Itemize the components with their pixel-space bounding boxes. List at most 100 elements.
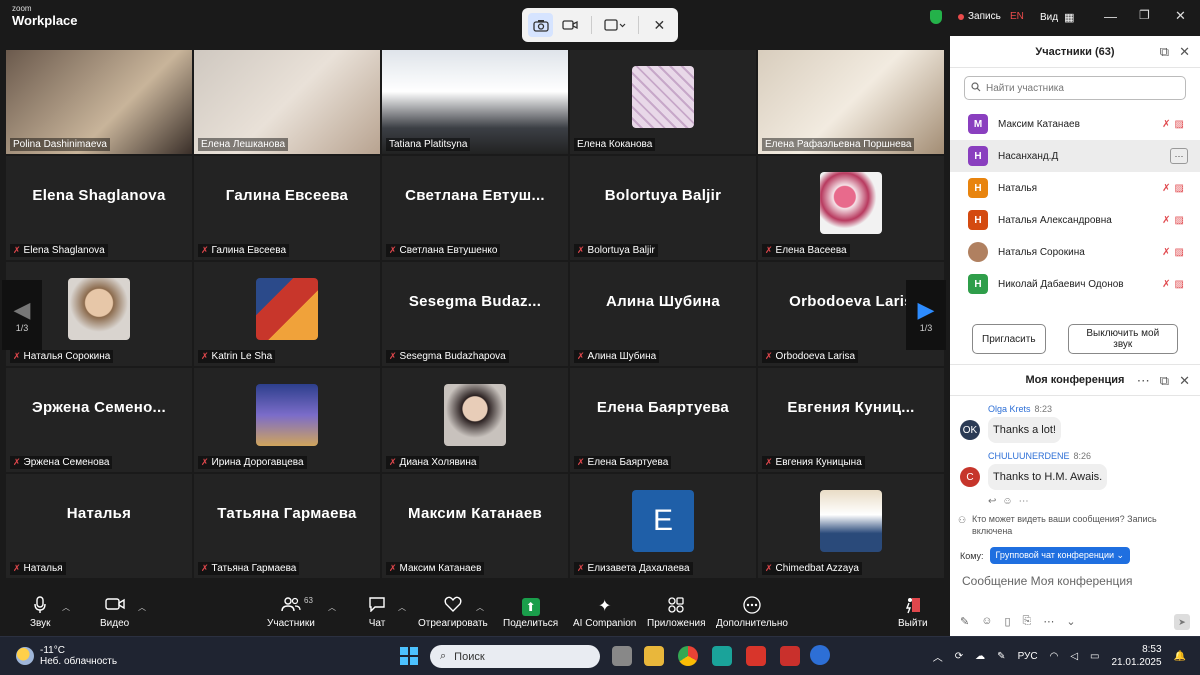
participant-tile[interactable]: Sesegma Budaz... ✗ Sesegma Budazhapova [382, 262, 568, 366]
participant-tile[interactable]: Евгения Куниц... ✗ Евгения Куницына [758, 368, 944, 472]
video-button[interactable]: Видео [100, 596, 129, 629]
participant-row[interactable]: Н Насанханд.Д ⋯ [950, 140, 1200, 172]
participant-row[interactable]: Н Наталья ✗▨ [950, 172, 1200, 204]
participant-tile[interactable]: Polina Dashinimaeva [6, 50, 192, 154]
sender-name[interactable]: Olga Krets [988, 404, 1031, 414]
close-icon[interactable]: ✕ [1179, 44, 1190, 60]
input-language[interactable]: РУС [1018, 651, 1038, 662]
notification-bell-icon[interactable]: 🔔 [1174, 651, 1186, 662]
camera-icon[interactable] [528, 13, 554, 37]
chevron-up-icon[interactable]: ︿ [62, 602, 70, 613]
pdf-icon[interactable] [780, 646, 800, 666]
chat-button[interactable]: Чат [368, 596, 386, 629]
participant-tile[interactable]: Елена Коканова [570, 50, 756, 154]
file-icon[interactable]: ▯ [1004, 615, 1010, 628]
recipient-select[interactable]: Групповой чат конференции ⌄ [989, 547, 1131, 564]
window-mode-icon[interactable] [599, 13, 629, 37]
wifi-icon[interactable]: ◠ [1050, 651, 1059, 662]
view-button[interactable]: Вид ▦ [1040, 11, 1075, 24]
ai-companion-button[interactable]: ✦ AI Companion [573, 596, 636, 629]
participant-tile[interactable]: Bolortuya Baljir ✗ Bolortuya Baljir [570, 156, 756, 260]
participant-tile[interactable]: ✗ Katrin Le Sha [194, 262, 380, 366]
emoji-icon[interactable]: ☺ [981, 615, 992, 628]
next-page-button[interactable]: ▶ 1/3 [906, 280, 946, 350]
close-icon[interactable]: ✕ [647, 13, 672, 37]
windows-start-icon[interactable] [400, 647, 418, 665]
task-view-icon[interactable] [612, 646, 632, 666]
participant-tile[interactable]: Татьяна Гармаева ✗ Татьяна Гармаева [194, 474, 380, 578]
audio-button[interactable]: Звук [30, 596, 51, 629]
cloud-icon[interactable]: ☁ [975, 651, 985, 662]
format-icon[interactable]: ✎ [960, 615, 969, 628]
participant-row[interactable]: Н Николай Дабаевич Одонов ✗▨ [950, 268, 1200, 300]
chevron-up-icon[interactable]: ︿ [328, 602, 336, 613]
message-input[interactable]: Сообщение Моя конференция [950, 564, 1200, 598]
participant-search[interactable]: Найти участника [964, 76, 1186, 100]
visibility-notice[interactable]: ⚇ Кто может видеть ваши сообщения? Запис… [950, 507, 1200, 537]
more-dots-icon[interactable]: ⋯ [1019, 496, 1035, 507]
participant-tile[interactable]: Елена Рафаэльевна Поршнева [758, 50, 944, 154]
ink-icon[interactable]: ✎ [997, 651, 1005, 662]
chevron-up-icon[interactable]: ︿ [398, 602, 406, 613]
participant-row[interactable]: Наталья Сорокина ✗▨ [950, 236, 1200, 268]
popout-icon[interactable]: ⧉ [1160, 44, 1169, 60]
participant-tile[interactable]: ✗ Ирина Дорогавцева [194, 368, 380, 472]
popout-icon[interactable]: ⧉ [1160, 373, 1169, 389]
participant-tile[interactable]: Максим Катанаев ✗ Максим Катанаев [382, 474, 568, 578]
participant-tile[interactable]: ✗ Диана Холявина [382, 368, 568, 472]
participant-tile[interactable]: Галина Евсеева ✗ Галина Евсеева [194, 156, 380, 260]
participant-tile[interactable]: ✗ Chimedbat Azzaya [758, 474, 944, 578]
participant-tile[interactable]: Елена Баяртуева ✗ Елена Баяртуева [570, 368, 756, 472]
chat-message[interactable]: OK Olga Krets 8:23 Thanks a lot! [950, 404, 1200, 443]
clock[interactable]: 8:53 21.01.2025 [1111, 643, 1161, 669]
send-icon[interactable]: ➤ [1174, 614, 1190, 630]
window-close-icon[interactable]: ✕ [1175, 8, 1186, 24]
participant-tile[interactable]: Эржена Семено... ✗ Эржена Семенова [6, 368, 192, 472]
participant-row[interactable]: М Максим Катанаев ✗▨ [950, 108, 1200, 140]
close-icon[interactable]: ✕ [1179, 373, 1190, 389]
record-indicator[interactable]: Запись [958, 11, 1001, 22]
chat-message[interactable]: C CHULUUNERDENE 8:26 Thanks to H.M. Awais. [950, 451, 1200, 490]
sender-name[interactable]: CHULUUNERDENE [988, 451, 1070, 461]
search-input[interactable]: Найти участника [986, 83, 1064, 94]
participant-tile[interactable]: Наталья ✗ Наталья [6, 474, 192, 578]
taskbar-search[interactable]: ⌕ Поиск [430, 645, 600, 668]
more-button[interactable]: Дополнительно [716, 596, 788, 629]
restore-icon[interactable]: ❐ [1139, 8, 1150, 22]
file-explorer-icon[interactable] [644, 646, 664, 666]
chevron-up-icon[interactable]: ︿ [476, 602, 484, 613]
participant-tile[interactable]: Светлана Евтуш... ✗ Светлана Евтушенко [382, 156, 568, 260]
chevron-up-icon[interactable]: ︿ [138, 602, 146, 613]
emoji-icon[interactable]: ☺ [1002, 496, 1018, 507]
more-dots-icon[interactable]: ⋯ [1170, 148, 1188, 164]
volume-icon[interactable]: ◁ [1070, 651, 1078, 662]
screenshot-icon[interactable]: ⎘ [1023, 615, 1032, 628]
chrome-icon[interactable] [678, 646, 698, 666]
acrobat-icon[interactable] [746, 646, 766, 666]
store-icon[interactable] [712, 646, 732, 666]
leave-button[interactable]: Выйти [898, 596, 928, 629]
participant-tile[interactable]: Алина Шубина ✗ Алина Шубина [570, 262, 756, 366]
participant-tile[interactable]: ✗ Елена Васеева [758, 156, 944, 260]
invite-button[interactable]: Пригласить [972, 324, 1046, 354]
weather-widget[interactable]: -11°C Неб. облачность [16, 645, 117, 667]
participant-tile[interactable]: Tatiana Platitsyna [382, 50, 568, 154]
participant-tile[interactable]: Elena Shaglanova ✗ Elena Shaglanova [6, 156, 192, 260]
more-dots-icon[interactable]: ⋯ [1043, 615, 1054, 628]
participant-tile[interactable]: Елена Лешканова [194, 50, 380, 154]
security-shield-icon[interactable] [930, 10, 942, 24]
participant-tile[interactable]: E ✗ Елизавета Дахалаева [570, 474, 756, 578]
zoom-app-icon[interactable] [810, 645, 830, 665]
battery-icon[interactable]: ▭ [1090, 651, 1099, 662]
video-record-icon[interactable] [557, 13, 582, 37]
reply-icon[interactable]: ↩ [988, 496, 1002, 507]
chevron-up-icon[interactable]: ︿ [933, 649, 943, 664]
apps-button[interactable]: Приложения [647, 596, 706, 629]
chevron-down-icon[interactable]: ⌄ [1066, 615, 1075, 628]
participant-row[interactable]: Н Наталья Александровна ✗▨ [950, 204, 1200, 236]
minimize-icon[interactable]: — [1104, 9, 1117, 24]
refresh-icon[interactable]: ⟳ [955, 651, 963, 662]
language-indicator[interactable]: EN [1010, 11, 1024, 22]
more-dots-icon[interactable]: ⋯ [1137, 373, 1150, 389]
prev-page-button[interactable]: ◀ 1/3 [2, 280, 42, 350]
